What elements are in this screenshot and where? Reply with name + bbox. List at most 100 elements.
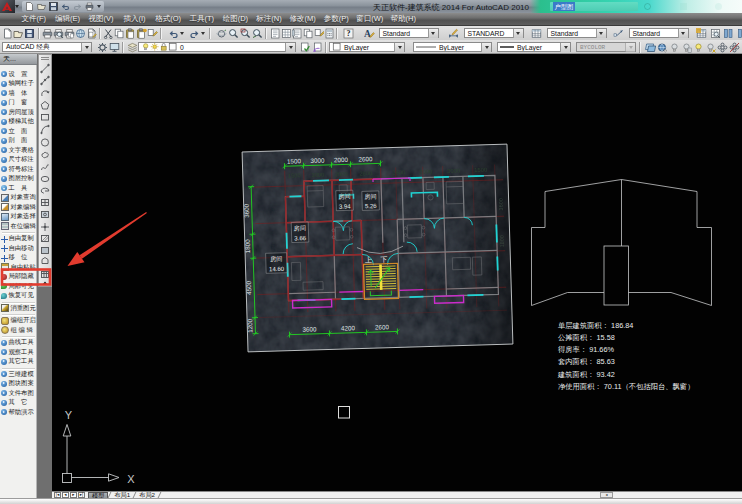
screen-menu-item-11[interactable]: 图层控制 bbox=[0, 174, 37, 184]
publish-button[interactable] bbox=[64, 27, 75, 40]
tch-layer-globe-icon[interactable] bbox=[656, 41, 668, 54]
text-style-icon[interactable] bbox=[364, 27, 376, 40]
save-button[interactable] bbox=[24, 27, 35, 40]
screen-menu-item-12[interactable]: 工 具 bbox=[0, 184, 37, 194]
screen-menu-item-24[interactable]: 恢复可见 bbox=[0, 291, 37, 301]
menu-tools[interactable]: 工具(T) bbox=[185, 13, 219, 25]
tch-layer-stack-icon[interactable] bbox=[644, 41, 656, 54]
workspace-ui-icon[interactable] bbox=[108, 41, 120, 54]
workspace-settings-icon[interactable] bbox=[96, 41, 108, 54]
menu-dimension[interactable]: 标注(N) bbox=[252, 13, 286, 25]
command-line-edge[interactable] bbox=[0, 498, 742, 504]
plot-button[interactable] bbox=[42, 27, 53, 40]
screen-menu-item-6[interactable]: 立 面 bbox=[0, 127, 37, 137]
screen-menu-item-38[interactable]: 其 它 bbox=[0, 398, 37, 408]
linetype-combo[interactable]: ByLayer bbox=[413, 42, 492, 52]
screen-menu-item-22[interactable]: 局部隐藏 bbox=[0, 272, 37, 282]
layer-lock-icon[interactable] bbox=[159, 42, 168, 52]
table-zoom-icon[interactable] bbox=[709, 27, 721, 40]
layer-previous-icon[interactable] bbox=[311, 41, 323, 54]
screen-menu-item-39[interactable]: 帮助演示 bbox=[0, 408, 37, 418]
screen-menu-item-26[interactable]: 消重图元 bbox=[0, 304, 37, 314]
tool-palettes-button[interactable] bbox=[292, 27, 302, 40]
sheet-set-manager-button[interactable] bbox=[303, 27, 313, 40]
match-properties-button[interactable] bbox=[147, 27, 158, 40]
dropdown-button[interactable] bbox=[81, 43, 91, 52]
screen-menu-item-18[interactable]: 自由复制 bbox=[0, 234, 37, 244]
screen-menu-item-13[interactable]: 对象查询 bbox=[0, 193, 37, 203]
screen-menu-item-29[interactable]: 组 编 辑 bbox=[0, 326, 37, 336]
screen-menu-item-20[interactable]: 移 位 bbox=[0, 253, 37, 263]
layer-on-icon[interactable] bbox=[680, 41, 692, 54]
bars-icon[interactable] bbox=[723, 27, 735, 40]
infocenter-search-input[interactable]: 户型图 bbox=[550, 2, 638, 11]
dim-style-icon[interactable] bbox=[448, 27, 460, 40]
screen-menu-item-5[interactable]: 楼梯其他 bbox=[0, 117, 37, 127]
screen-menu-item-8[interactable]: 文字表格 bbox=[0, 146, 37, 156]
layer-freeze-icon[interactable] bbox=[150, 42, 159, 52]
screen-menu-item-10[interactable]: 符号标注 bbox=[0, 165, 37, 175]
screen-menu-item-31[interactable]: 曲线工具 bbox=[0, 338, 37, 348]
screen-menu-item-1[interactable]: 轴网柱子 bbox=[0, 79, 37, 89]
menu-edit[interactable]: 编辑(E) bbox=[51, 13, 85, 25]
screen-menu-item-3[interactable]: 门 窗 bbox=[0, 98, 37, 108]
properties-palette-button[interactable] bbox=[270, 27, 280, 40]
screen-menu-item-32[interactable]: 观察工具 bbox=[0, 348, 37, 358]
color-combo[interactable]: ByLayer bbox=[329, 42, 405, 52]
layer-merge-icon[interactable] bbox=[716, 41, 728, 54]
3d-dwf-button[interactable] bbox=[75, 27, 86, 40]
infocenter-help-icon[interactable] bbox=[715, 3, 722, 10]
layer-off-icon[interactable] bbox=[668, 41, 680, 54]
infocenter-star-icon[interactable] bbox=[680, 3, 687, 10]
screen-menu-item-0[interactable]: 设 置 bbox=[0, 70, 37, 80]
etransmit-button[interactable] bbox=[86, 27, 97, 40]
table-tool-icon[interactable] bbox=[696, 27, 708, 40]
dropdown-button[interactable] bbox=[596, 29, 606, 38]
screen-menu-item-35[interactable]: 三维建模 bbox=[0, 370, 37, 380]
screen-menu-item-23[interactable]: 局部可见 bbox=[0, 282, 37, 292]
help-button[interactable] bbox=[343, 27, 355, 40]
mleader-style-icon[interactable] bbox=[613, 27, 625, 40]
table-style-combo[interactable]: Standard bbox=[547, 28, 607, 38]
zoom-previous-button[interactable] bbox=[252, 27, 263, 40]
screen-menu-header[interactable]: 天... bbox=[0, 54, 37, 65]
floor-plan-image[interactable]: 1500 3000 2000 2600 3600 4200 2600 3600 … bbox=[241, 144, 513, 352]
designcenter-button[interactable] bbox=[281, 27, 291, 40]
plot-preview-button[interactable] bbox=[53, 27, 64, 40]
layer-combo[interactable]: 0 bbox=[138, 42, 296, 52]
quickcalc-button[interactable] bbox=[324, 27, 334, 40]
screen-menu-item-9[interactable]: 尺寸标注 bbox=[0, 155, 37, 165]
markup-set-manager-button[interactable] bbox=[314, 27, 324, 40]
zoom-realtime-button[interactable] bbox=[228, 27, 239, 40]
undo-button[interactable] bbox=[168, 27, 179, 40]
layer-bulb-plus-icon[interactable] bbox=[704, 41, 716, 54]
layer-on-off-icon[interactable] bbox=[141, 42, 150, 52]
workspace-combo[interactable]: AutoCAD 经典 bbox=[2, 42, 92, 52]
layer-yellow-bulb-icon[interactable] bbox=[692, 41, 704, 54]
paste-special-button[interactable] bbox=[136, 27, 147, 40]
layer-delete-icon[interactable] bbox=[728, 41, 740, 54]
menu-window[interactable]: 窗口(W) bbox=[353, 13, 387, 25]
redo-button[interactable] bbox=[189, 27, 200, 40]
menu-help[interactable]: 帮助(H) bbox=[387, 13, 421, 25]
lineweight-combo[interactable]: ByLayer bbox=[497, 42, 571, 52]
menu-view[interactable]: 视图(V) bbox=[84, 13, 118, 25]
make-object-layer-current-icon[interactable] bbox=[299, 41, 311, 54]
dropdown-button[interactable] bbox=[285, 43, 295, 52]
dropdown-button[interactable] bbox=[481, 43, 491, 52]
screen-menu-item-15[interactable]: 对象选择 bbox=[0, 212, 37, 222]
screen-menu-item-4[interactable]: 房间屋顶 bbox=[0, 108, 37, 118]
screen-menu-item-28[interactable]: 编组开启 bbox=[0, 316, 37, 326]
screen-menu-item-37[interactable]: 文件布图 bbox=[0, 389, 37, 399]
screen-menu-item-14[interactable]: 对象编辑 bbox=[0, 203, 37, 213]
layer-properties-icon[interactable] bbox=[126, 41, 138, 54]
screen-menu-item-33[interactable]: 其它工具 bbox=[0, 357, 37, 367]
screen-menu-item-19[interactable]: 自由移动 bbox=[0, 244, 37, 254]
new-button[interactable] bbox=[2, 27, 13, 40]
screen-menu-item-2[interactable]: 墙 体 bbox=[0, 89, 37, 99]
table-style-icon[interactable] bbox=[531, 27, 543, 40]
zoom-window-button[interactable] bbox=[240, 27, 251, 40]
menu-format[interactable]: 格式(O) bbox=[151, 13, 185, 25]
bars-green-icon[interactable] bbox=[736, 27, 742, 40]
screen-menu-item-21[interactable]: 自由粘贴 bbox=[0, 263, 37, 273]
